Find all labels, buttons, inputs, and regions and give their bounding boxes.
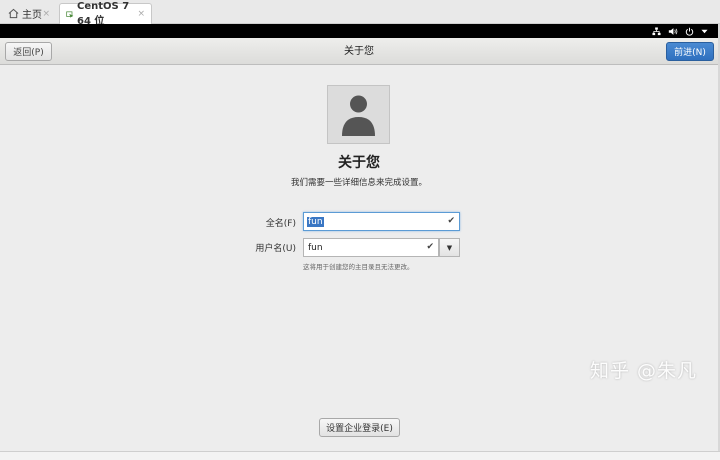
tab-centos[interactable]: CentOS 7 64 位 × xyxy=(59,1,152,27)
chevron-down-icon[interactable] xyxy=(701,29,708,34)
home-icon xyxy=(8,8,19,19)
username-field[interactable]: fun ✔ xyxy=(303,238,439,257)
full-name-label: 全名(F) xyxy=(265,219,296,229)
tab-centos-close-icon[interactable]: × xyxy=(137,9,145,19)
tab-home-close-icon[interactable]: × xyxy=(42,9,50,19)
username-dropdown-button[interactable]: ▼ xyxy=(439,238,460,257)
tab-home[interactable]: 主页 × xyxy=(2,3,56,24)
avatar[interactable] xyxy=(327,85,390,144)
main-content: 关于您 我们需要一些详细信息来完成设置。 全名(F) fun ✔ 用户名(U) … xyxy=(0,65,718,451)
power-icon[interactable] xyxy=(685,27,694,36)
browser-tab-bar: 主页 × CentOS 7 64 位 × xyxy=(0,0,720,27)
username-value: fun xyxy=(308,242,323,253)
page-subtitle: 我们需要一些详细信息来完成设置。 xyxy=(290,178,427,188)
username-hint: 这将用于创建您的主目录且无法更改。 xyxy=(303,263,414,271)
user-avatar-icon xyxy=(342,95,375,136)
full-name-field[interactable]: fun ✔ xyxy=(303,212,460,231)
header-bar: 关于您 返回(P) 前进(N) xyxy=(0,38,718,65)
tab-home-label: 主页 xyxy=(22,10,42,21)
watermark: 知乎 @朱凡 xyxy=(590,360,698,382)
next-button[interactable]: 前进(N) xyxy=(666,42,714,61)
dropdown-arrow-icon: ▼ xyxy=(446,243,453,252)
header-title: 关于您 xyxy=(344,46,374,57)
check-icon: ✔ xyxy=(426,242,434,252)
username-label: 用户名(U) xyxy=(255,244,296,254)
page-title: 关于您 xyxy=(338,155,380,171)
full-name-value: fun xyxy=(307,216,324,227)
gnome-top-bar xyxy=(0,24,718,38)
volume-icon[interactable] xyxy=(668,27,678,36)
network-icon[interactable] xyxy=(652,26,661,36)
back-button[interactable]: 返回(P) xyxy=(5,42,52,61)
check-icon: ✔ xyxy=(447,216,455,226)
vm-icon xyxy=(66,10,74,18)
enterprise-login-button[interactable]: 设置企业登录(E) xyxy=(319,418,400,437)
